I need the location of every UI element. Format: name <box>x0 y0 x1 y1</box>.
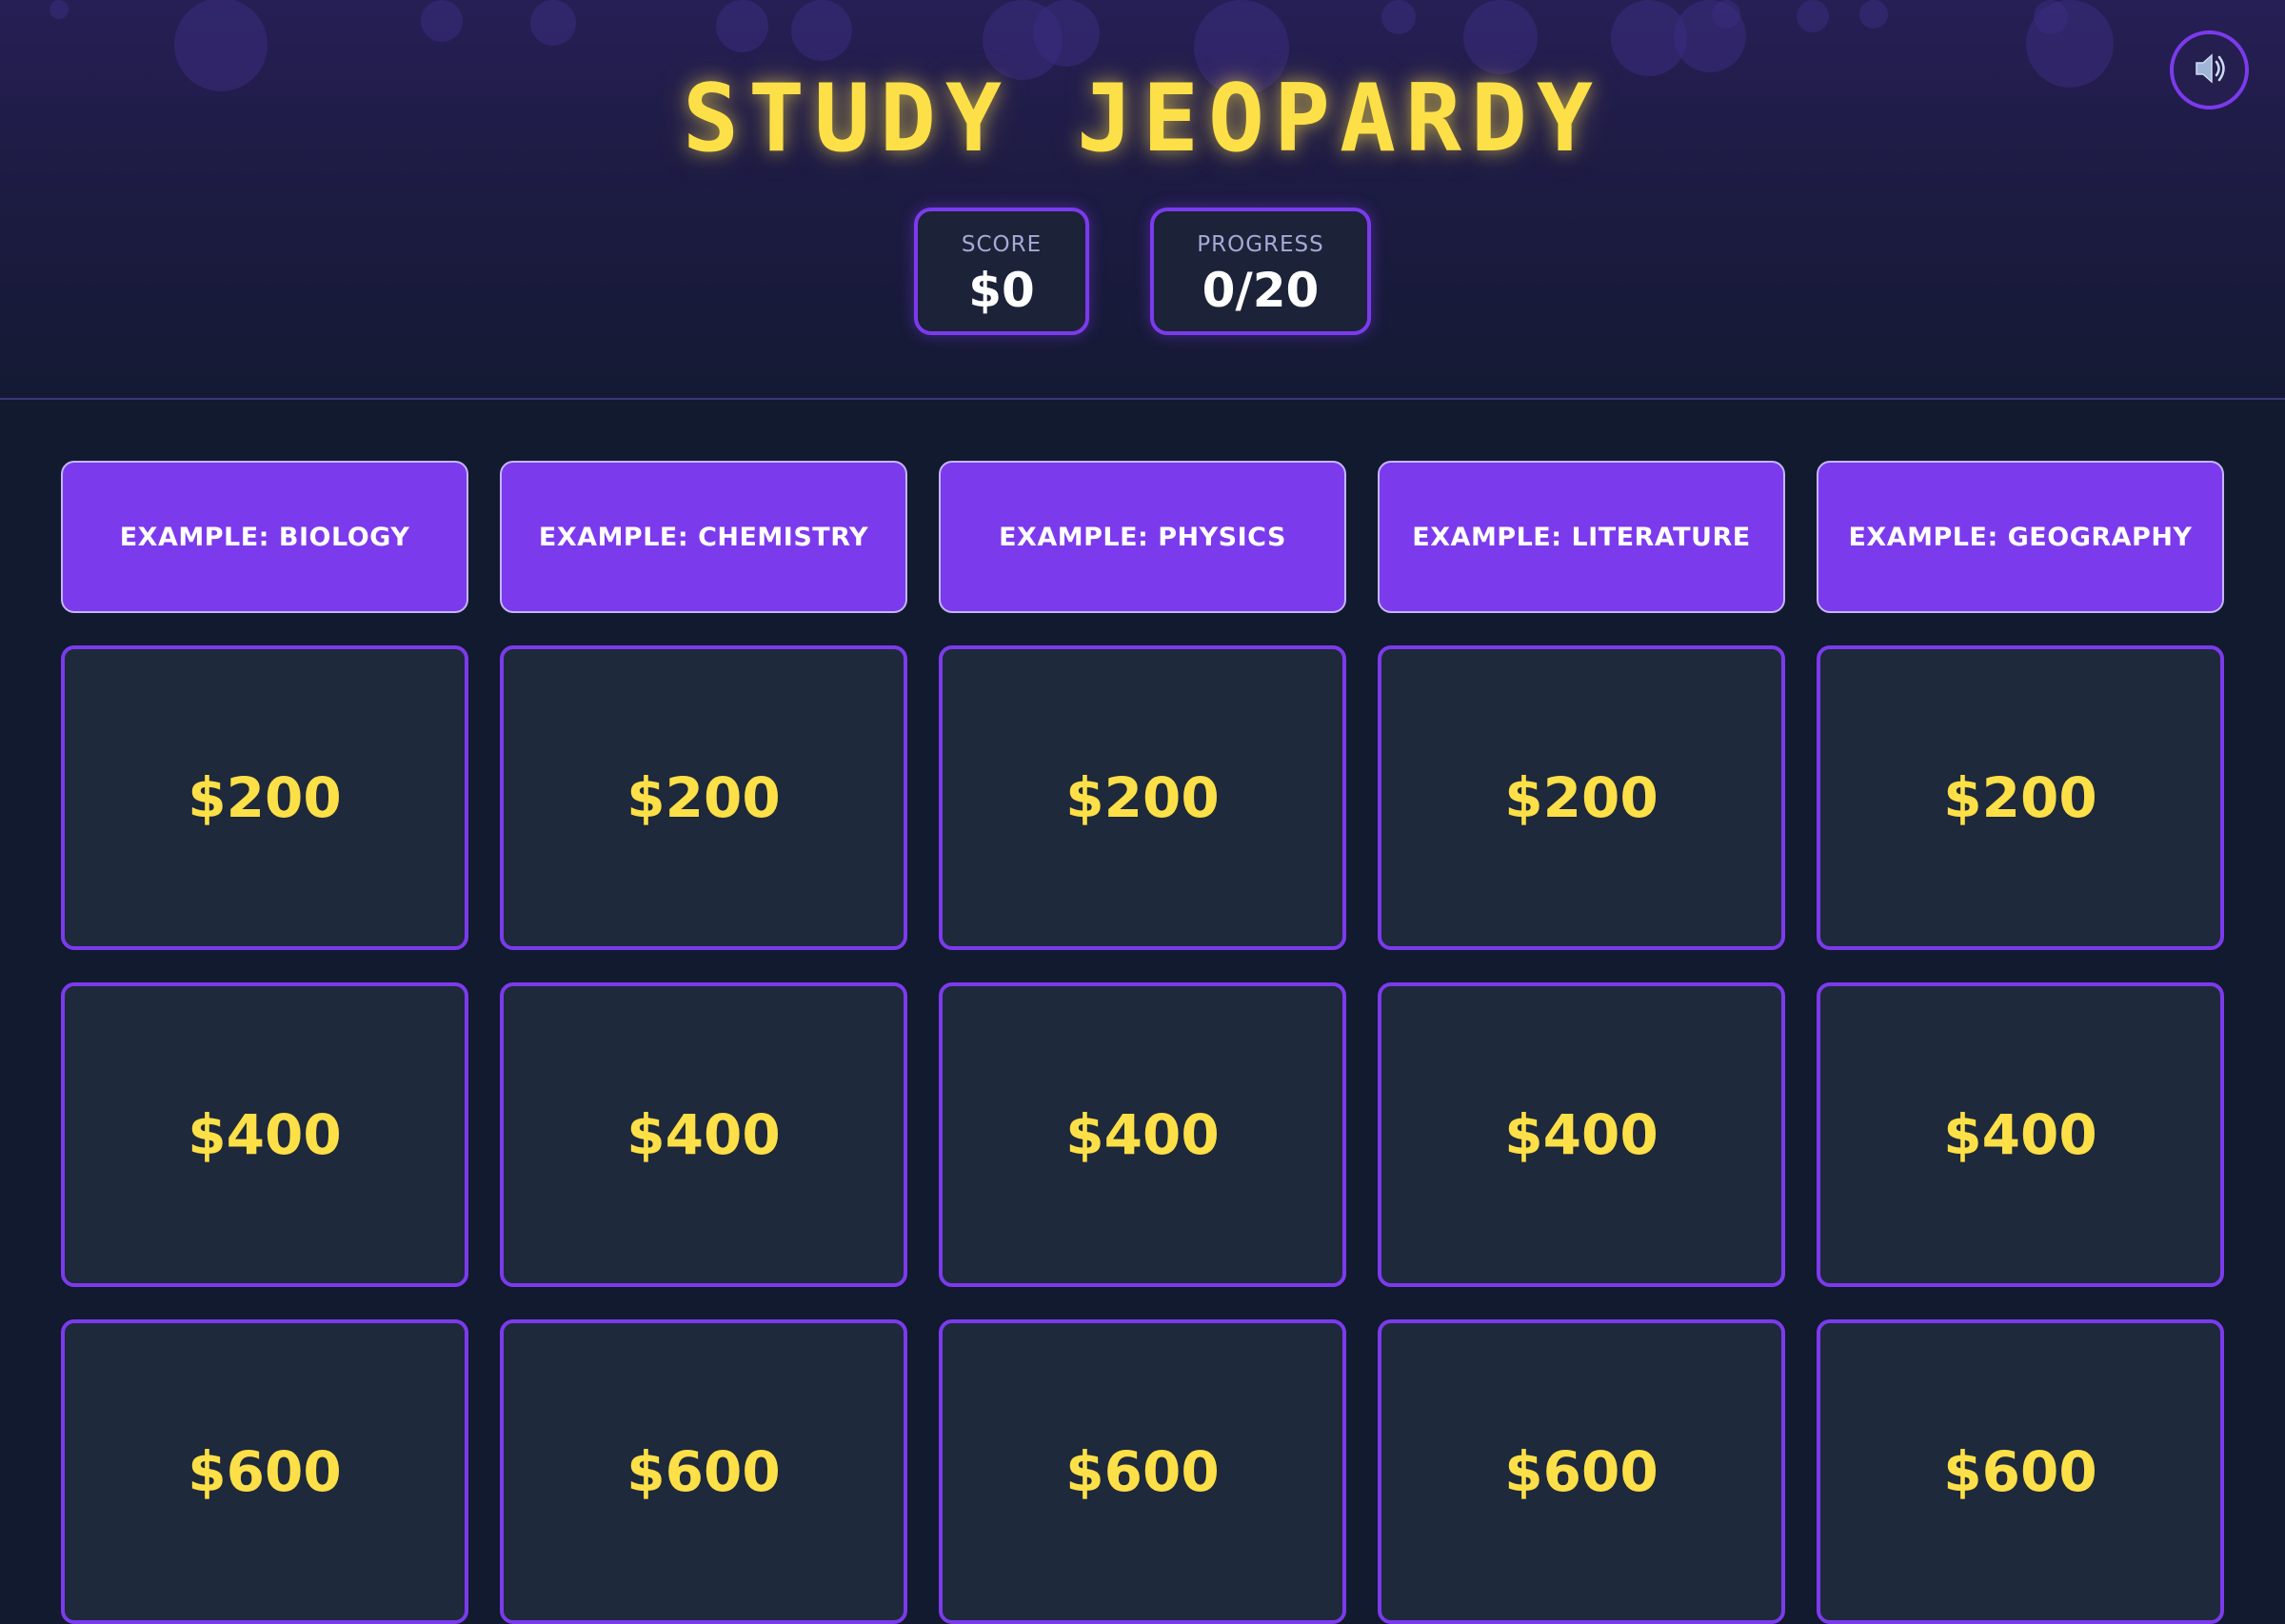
decorative-bubble <box>1797 0 1829 32</box>
category-header: EXAMPLE: GEOGRAPHY <box>1817 461 2224 613</box>
score-label: SCORE <box>961 232 1043 257</box>
question-tile[interactable]: $400 <box>1817 982 2224 1287</box>
question-tile[interactable]: $200 <box>500 645 907 950</box>
progress-value: 0/20 <box>1202 263 1320 318</box>
question-tile[interactable]: $600 <box>1817 1319 2224 1624</box>
question-tile[interactable]: $400 <box>939 982 1346 1287</box>
decorative-bubble <box>2034 0 2068 34</box>
decorative-bubble <box>1463 0 1538 74</box>
question-tile[interactable]: $200 <box>61 645 468 950</box>
decorative-bubble <box>716 0 768 52</box>
score-box: SCORE $0 <box>914 208 1089 335</box>
speaker-icon <box>2189 48 2231 93</box>
question-tile[interactable]: $400 <box>500 982 907 1287</box>
game-board: EXAMPLE: BIOLOGY EXAMPLE: CHEMISTRY EXAM… <box>61 461 2224 1624</box>
category-header: EXAMPLE: PHYSICS <box>939 461 1346 613</box>
decorative-bubble <box>1859 0 1888 29</box>
question-tile[interactable]: $200 <box>1378 645 1785 950</box>
question-tile[interactable]: $600 <box>61 1319 468 1624</box>
page-title: STUDY JEOPARDY <box>682 65 1602 173</box>
question-tile[interactable]: $200 <box>939 645 1346 950</box>
question-tile[interactable]: $600 <box>1378 1319 1785 1624</box>
decorative-bubble <box>1381 0 1416 34</box>
category-header: EXAMPLE: CHEMISTRY <box>500 461 907 613</box>
header: STUDY JEOPARDY SCORE $0 PROGRESS 0/20 <box>0 0 2285 400</box>
question-tile[interactable]: $400 <box>61 982 468 1287</box>
decorative-bubble <box>50 0 69 19</box>
decorative-bubble <box>791 0 852 61</box>
question-tile[interactable]: $400 <box>1378 982 1785 1287</box>
sound-toggle-button[interactable] <box>2170 30 2249 109</box>
category-header: EXAMPLE: LITERATURE <box>1378 461 1785 613</box>
decorative-bubble <box>1033 0 1100 67</box>
score-value: $0 <box>968 263 1035 318</box>
question-tile[interactable]: $200 <box>1817 645 2224 950</box>
decorative-bubble <box>1712 0 1740 29</box>
progress-box: PROGRESS 0/20 <box>1150 208 1371 335</box>
decorative-bubble <box>530 0 576 46</box>
progress-label: PROGRESS <box>1197 232 1324 257</box>
question-tile[interactable]: $600 <box>500 1319 907 1624</box>
category-header: EXAMPLE: BIOLOGY <box>61 461 468 613</box>
decorative-bubble <box>421 0 463 42</box>
question-tile[interactable]: $600 <box>939 1319 1346 1624</box>
